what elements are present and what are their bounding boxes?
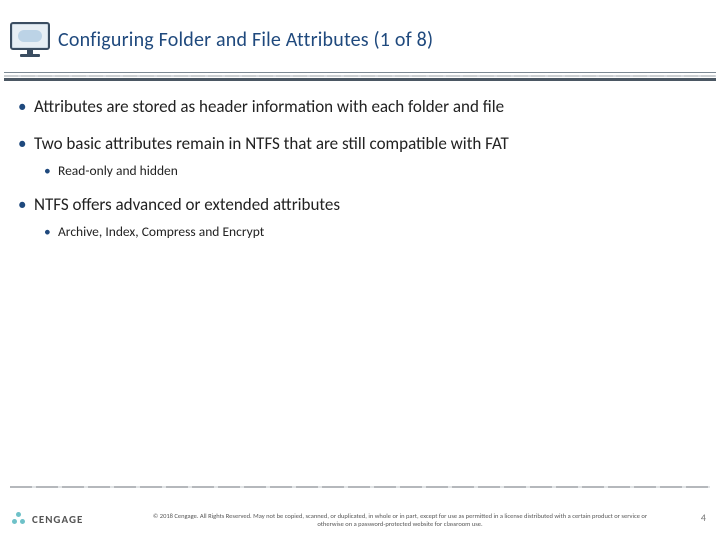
header-rule bbox=[4, 72, 716, 73]
sub-bullet-item: Archive, Index, Compress and Encrypt bbox=[44, 223, 690, 241]
bullet-item: Attributes are stored as header informat… bbox=[18, 96, 690, 119]
bullet-item: NTFS offers advanced or extended attribu… bbox=[18, 194, 690, 241]
slide: Configuring Folder and File Attributes (… bbox=[0, 0, 720, 540]
copyright-text: © 2018 Cengage. All Rights Reserved. May… bbox=[140, 512, 660, 528]
sub-bullet-list: Archive, Index, Compress and Encrypt bbox=[34, 223, 690, 241]
bullet-item: Two basic attributes remain in NTFS that… bbox=[18, 133, 690, 180]
footer-rule bbox=[10, 486, 710, 488]
sub-bullet-list: Read-only and hidden bbox=[34, 162, 690, 180]
brand-mark-icon bbox=[12, 512, 26, 526]
bullet-text: Two basic attributes remain in NTFS that… bbox=[34, 133, 509, 154]
bullet-text: NTFS offers advanced or extended attribu… bbox=[34, 194, 340, 215]
brand-text: CENGAGE bbox=[32, 513, 83, 526]
slide-body: Attributes are stored as header informat… bbox=[18, 96, 690, 255]
sub-bullet-text: Archive, Index, Compress and Encrypt bbox=[58, 223, 264, 240]
page-number: 4 bbox=[701, 511, 706, 524]
header-rule-bold bbox=[4, 78, 716, 81]
header-rule-sketch bbox=[4, 75, 716, 77]
brand: CENGAGE bbox=[12, 512, 83, 526]
slide-title: Configuring Folder and File Attributes (… bbox=[58, 28, 700, 52]
slide-header: Configuring Folder and File Attributes (… bbox=[0, 16, 720, 70]
monitor-cloud-icon bbox=[10, 22, 50, 60]
sub-bullet-text: Read-only and hidden bbox=[58, 162, 178, 179]
slide-footer: CENGAGE © 2018 Cengage. All Rights Reser… bbox=[0, 486, 720, 540]
sub-bullet-item: Read-only and hidden bbox=[44, 162, 690, 180]
bullet-list: Attributes are stored as header informat… bbox=[18, 96, 690, 241]
bullet-text: Attributes are stored as header informat… bbox=[34, 96, 504, 117]
